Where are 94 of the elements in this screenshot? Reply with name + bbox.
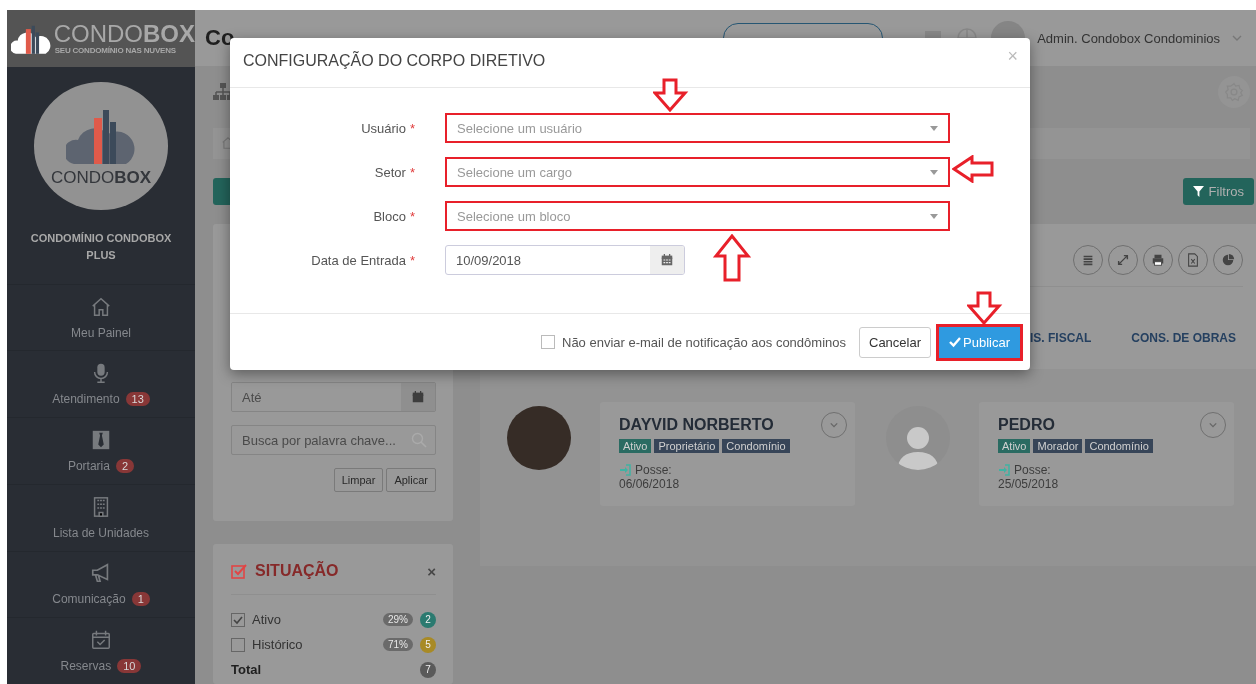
count-badge: 1 [131,592,150,607]
checkbox[interactable] [231,637,245,652]
logo-text: CONDOBOX [50,167,152,188]
date-to-field[interactable]: Até [231,382,436,412]
annotation-arrow-icon [952,155,994,183]
caret-icon [930,169,938,175]
chevron-down-icon [1209,421,1217,429]
search-field[interactable]: Busca por palavra chave... [231,425,436,455]
required-mark: * [409,164,415,180]
posse-date: 06/06/2018 [619,477,681,491]
required-mark: * [409,208,415,224]
field-label: Bloco [373,208,406,224]
tag: Proprietário [654,439,720,453]
required-mark: * [409,120,415,136]
sign-in-icon [619,464,631,476]
checkbox[interactable] [231,612,245,627]
field-label: Usuário [361,120,406,136]
percent-badge: 29% [383,613,413,626]
posse-label: Posse: [1014,463,1051,477]
tag: Ativo [619,439,652,453]
dialog-title: CONFIGURAÇÃO DO CORPO DIRETIVO [243,52,546,70]
count-badge: 10 [117,659,142,674]
tag: Condomínio [1085,439,1153,453]
select-field[interactable]: Selecione um bloco [445,201,950,231]
clear-button[interactable]: Limpar [333,468,384,492]
count-badge: 5 [420,636,436,653]
pie-chart-icon [1221,253,1235,267]
annotation-arrow-icon [653,78,689,112]
option-label: Ativo [252,612,282,627]
sitemap-icon [213,83,233,102]
count-badge: 13 [125,392,150,407]
filter-icon [1192,185,1204,197]
home-icon [90,295,112,318]
calendar-check-icon [90,629,112,652]
nav-label: Comunicação [52,592,126,607]
spreadsheet-file-icon [1186,253,1200,267]
checkmark-icon [233,614,243,625]
expand-button[interactable] [1108,245,1138,275]
select-field[interactable]: Selecione um cargo [445,157,950,187]
select-field[interactable]: Selecione um usuário [445,113,950,143]
filters-button[interactable]: Filtros [1182,177,1254,205]
close-button[interactable]: × [427,562,436,580]
option-label: Histórico [252,637,304,652]
print-icon [1151,253,1165,267]
tag: Morador [1033,439,1083,453]
caret-icon [930,125,938,131]
chevron-down-icon [830,421,838,429]
tag: Ativo [998,439,1031,453]
sign-in-icon [998,464,1010,476]
condominium-name: CONDOMÍNIO CONDOBOX PLUS [29,230,173,263]
nav-label: Atendimento [52,392,120,407]
apply-button[interactable]: Aplicar [386,468,436,492]
required-mark: * [409,252,415,268]
nav-item[interactable]: Portaria 2 [7,417,195,484]
person-name: DAYVID NORBERTO [619,416,775,434]
print-button[interactable] [1143,245,1173,275]
total-label: Total [231,662,263,677]
caret-icon [930,213,938,219]
tab[interactable]: CONS. DE OBRAS [1131,331,1236,345]
calendar-icon [411,390,425,404]
brand-logo-text: CONDOBOX [53,22,195,47]
annotation-arrow-icon [967,290,1004,325]
count-badge: 7 [420,661,436,678]
expand-icon [1116,253,1130,267]
field-label: Setor [374,164,406,180]
count-badge: 2 [115,459,135,473]
calendar-button[interactable] [401,383,435,411]
posse-date: 25/05/2018 [998,477,1060,491]
checkbox-label: Não enviar e-mail de notificação aos condôminos [562,334,846,350]
percent-badge: 71% [383,638,413,651]
nav-label: Portaria [67,459,110,473]
checkbox-icon [231,563,247,579]
checkmark-icon [949,336,962,348]
field-label: Data de Entrada [311,252,406,268]
cancel-button[interactable]: Cancelar [859,326,932,358]
posse-label: Posse: [635,463,672,477]
nav-label: Reservas [60,659,112,674]
tag: Condomínio [722,439,790,453]
tie-icon [90,429,112,451]
user-name[interactable]: Admin. Condobox Condominios [1037,30,1220,46]
pie-chart-button[interactable] [1213,245,1243,275]
person-name: PEDRO [998,416,1056,434]
count-badge: 2 [420,611,436,628]
nav-label: Meu Painel [70,325,131,340]
publish-button[interactable]: Publicar [939,326,1020,358]
list-icon [1081,253,1095,267]
spreadsheet-file-button[interactable] [1178,245,1208,275]
list-button[interactable] [1073,245,1103,275]
section-title: SITUAÇÃO [255,562,340,580]
tab[interactable]: IS. FISCAL [1029,331,1092,345]
brand-tagline: SEU CONDOMÍNIO NAS NUVENS [53,46,177,56]
nav-label: Lista de Unidades [52,525,150,540]
annotation-arrow-icon [713,234,751,282]
checkbox[interactable] [541,335,555,349]
